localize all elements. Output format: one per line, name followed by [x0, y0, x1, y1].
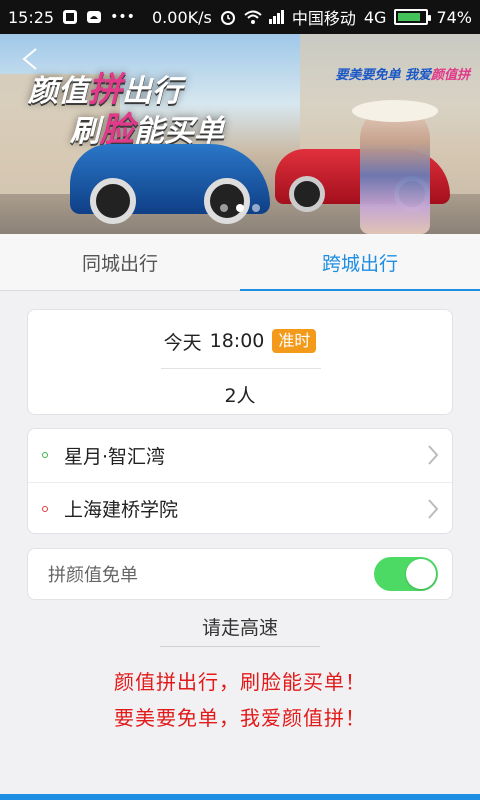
departure-day: 今天: [163, 331, 202, 354]
free-ride-label: 拼颜值免单: [48, 565, 138, 586]
model-image: [360, 104, 430, 234]
origin-row[interactable]: 星月·智汇湾: [28, 429, 452, 481]
destination-label: 上海建桥学院: [64, 499, 179, 521]
destination-dot-icon: [42, 505, 48, 512]
battery-icon: [394, 9, 432, 25]
network-type: 4G: [363, 7, 387, 27]
carousel-indicator: [0, 204, 480, 212]
route-card: 星月·智汇湾 上海建桥学院: [27, 428, 453, 534]
cloud-icon: [86, 9, 102, 25]
alarm-icon: [220, 9, 236, 25]
origin-label: 星月·智汇湾: [64, 445, 166, 468]
origin-dot-icon: [42, 452, 48, 458]
network-speed: 0.00K/s: [152, 7, 212, 27]
trip-type-tabs: 同城出行 跨城出行: [0, 234, 480, 291]
wifi-icon: [244, 9, 262, 25]
carrier-name: 中国移动: [291, 9, 356, 28]
destination-row[interactable]: 上海建桥学院: [28, 482, 452, 534]
promo-line-2: 要美要免单，我爱颜值拼！: [114, 706, 366, 730]
promo-line-1: 颜值拼出行，刷脸能买单！: [114, 670, 366, 694]
signal-icon: [268, 9, 284, 25]
free-ride-toggle-card: 拼颜值免单: [27, 548, 453, 600]
battery-percent: 74%: [436, 7, 472, 27]
chevron-right-icon: [426, 497, 440, 521]
more-icon: •••: [110, 9, 135, 25]
departure-card: 今天 18:00 准时 2人: [27, 309, 453, 415]
carousel-dot-active[interactable]: [236, 204, 244, 212]
banner-slogan: 要美要免单 我爱颜值拼: [335, 68, 470, 83]
departure-time-row[interactable]: 今天 18:00 准时: [28, 322, 452, 360]
promo-banner[interactable]: 颜值拼出行 刷脸能买单 要美要免单 我爱颜值拼: [0, 34, 480, 234]
status-bar: 15:25 ••• 0.00K/s 中国移动 4G 74%: [0, 0, 480, 34]
tab-local-trip[interactable]: 同城出行: [0, 234, 240, 290]
chevron-right-icon: [426, 443, 440, 467]
divider: [161, 368, 321, 369]
free-ride-toggle[interactable]: [374, 557, 438, 591]
highway-option[interactable]: 请走高速: [0, 613, 480, 640]
carousel-dot[interactable]: [220, 204, 228, 212]
notification-icon: [62, 9, 78, 25]
passenger-count[interactable]: 2人: [28, 376, 452, 412]
departure-time: 18:00: [209, 330, 265, 352]
tab-intercity-trip[interactable]: 跨城出行: [240, 234, 480, 291]
bottom-action-bar[interactable]: [0, 794, 480, 800]
on-time-badge: 准时: [272, 329, 317, 353]
highway-underline: [160, 646, 320, 647]
toggle-knob: [406, 559, 436, 589]
hat-image: [352, 100, 438, 122]
status-time: 15:25: [8, 7, 55, 27]
carousel-dot[interactable]: [252, 204, 260, 212]
